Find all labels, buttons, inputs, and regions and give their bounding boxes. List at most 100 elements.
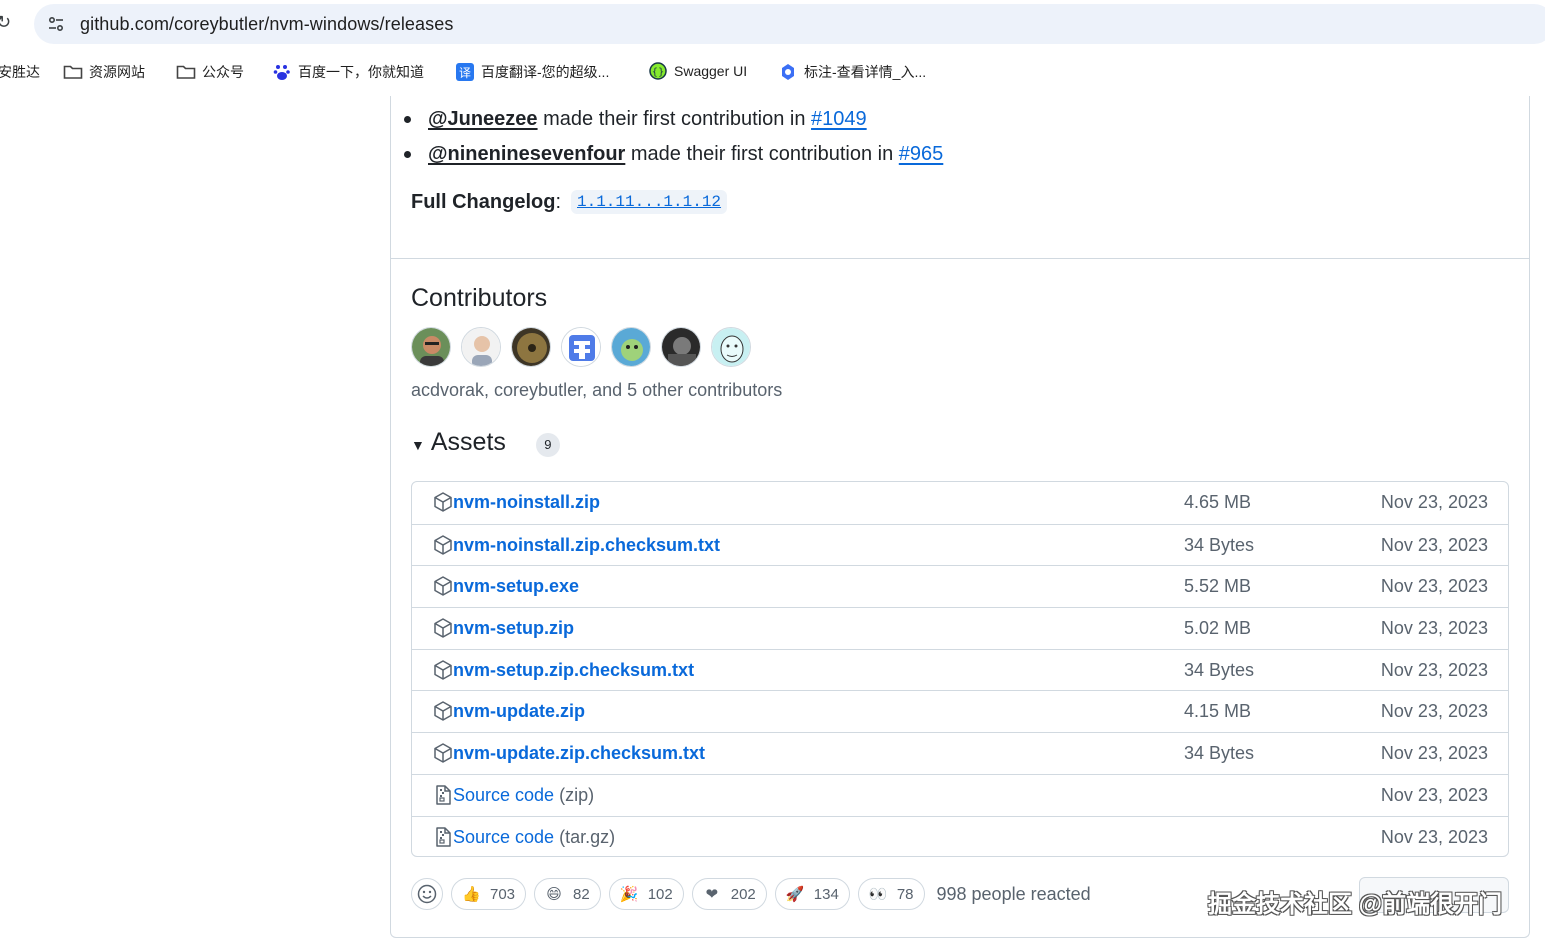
asset-date: Nov 23, 2023 [1380, 618, 1488, 639]
avatar[interactable] [611, 327, 651, 367]
reaction-heart-button[interactable]: ❤ 202 [691, 878, 767, 910]
asset-row: Source code (zip) Nov 23, 2023 [412, 773, 1508, 816]
asset-name: nvm-setup.zip [453, 618, 575, 639]
reaction-laugh-button[interactable]: 😄 82 [534, 878, 601, 910]
svg-text:{}: {} [652, 67, 665, 78]
bookmarks-bar: 安胜达 资源网站 公众号 百度一下，你就知道 译 百度翻译-您的超级... {} [0, 52, 1545, 92]
eyes-icon: 👀 [868, 886, 888, 903]
reaction-hooray-button[interactable]: 🎉 102 [608, 878, 684, 910]
bookmark-label: 安胜达 [0, 64, 40, 80]
bookmark-label: 百度翻译-您的超级... [481, 64, 610, 80]
thumbs-up-icon: 👍 [462, 886, 481, 903]
user-link[interactable]: @nineninesevenfour [428, 143, 625, 165]
avatar[interactable] [411, 327, 451, 367]
swagger-icon: {} [648, 62, 668, 80]
asset-size: 5.02 MB [1184, 618, 1252, 639]
heart-icon: ❤ [705, 886, 719, 903]
reload-icon[interactable]: ↻ [0, 12, 11, 33]
contributors-heading: Contributors [411, 284, 548, 312]
full-changelog: Full Changelog: 1.1.11...1.1.12 [411, 190, 728, 214]
asset-name: nvm-setup.zip.checksum.txt [453, 659, 695, 680]
bookmark-label: 资源网站 [89, 64, 145, 80]
new-contributors-list: @Juneezee made their first contribution … [403, 104, 944, 174]
asset-download-link[interactable]: Source code (zip) [453, 785, 594, 806]
list-item: @nineninesevenfour made their first cont… [403, 139, 944, 174]
asset-download-link[interactable]: nvm-noinstall.zip [453, 492, 600, 513]
changelog-label: Full Changelog [411, 190, 556, 213]
bookmark-folder[interactable]: 公众号 [176, 62, 244, 82]
package-icon [432, 659, 454, 681]
caret-down-icon: ▼ [411, 436, 425, 453]
asset-name: nvm-setup.exe [453, 576, 580, 597]
asset-size: 5.52 MB [1184, 576, 1252, 597]
asset-date: Nov 23, 2023 [1380, 492, 1488, 512]
asset-suffix: (zip) [559, 784, 595, 805]
avatar[interactable] [561, 327, 601, 367]
asset-date: Nov 23, 2023 [1380, 701, 1488, 722]
asset-name: nvm-update.zip.checksum.txt [453, 743, 706, 764]
asset-download-link[interactable]: nvm-setup.zip [453, 618, 574, 639]
reaction-eyes-button[interactable]: 👀 78 [857, 878, 925, 910]
asset-date: Nov 23, 2023 [1380, 826, 1488, 847]
asset-download-link[interactable]: nvm-noinstall.zip.checksum.txt [453, 535, 720, 556]
omnibox[interactable]: github.com/coreybutler/nvm-windows/relea… [34, 4, 1545, 44]
asset-row: nvm-setup.zip 5.02 MB Nov 23, 2023 [412, 607, 1508, 649]
asset-name: Source code [453, 826, 555, 847]
asset-size: 4.65 MB [1184, 492, 1252, 512]
asset-download-link[interactable]: nvm-setup.zip.checksum.txt [453, 660, 694, 681]
assets-header[interactable]: ▼ Assets 9 [411, 428, 560, 457]
package-icon [432, 742, 454, 764]
pr-link[interactable]: #965 [899, 143, 944, 165]
asset-size: 34 Bytes [1184, 659, 1255, 680]
bookmark-item[interactable]: 译 百度翻译-您的超级... [455, 62, 609, 82]
asset-row: nvm-setup.exe 5.52 MB Nov 23, 2023 [412, 565, 1508, 607]
avatar[interactable] [511, 327, 551, 367]
section-divider [390, 258, 1530, 259]
changelog-compare-link[interactable]: 1.1.11...1.1.12 [571, 190, 728, 214]
reaction-thumbs-up-button[interactable]: 👍 703 [451, 878, 527, 910]
avatar[interactable] [661, 327, 701, 367]
browser-toolbar: ↻ github.com/coreybutler/nvm-windows/rel… [0, 0, 1545, 48]
reaction-count: 134 [813, 885, 839, 903]
asset-download-link[interactable]: Source code (tar.gz) [453, 827, 615, 848]
asset-download-link[interactable]: nvm-setup.exe [453, 576, 579, 597]
asset-row: nvm-update.zip 4.15 MB Nov 23, 2023 [412, 690, 1508, 732]
list-item: @Juneezee made their first contribution … [403, 104, 943, 139]
bookmark-label: 百度一下，你就知道 [298, 64, 424, 80]
url-text[interactable]: github.com/coreybutler/nvm-windows/relea… [80, 14, 453, 35]
asset-size: 4.15 MB [1184, 701, 1252, 722]
asset-suffix: (tar.gz) [559, 826, 616, 847]
contribution-text: made their first contribution in [630, 143, 894, 165]
asset-name: nvm-noinstall.zip [453, 492, 601, 512]
assets-count-badge: 9 [535, 432, 560, 457]
package-icon [432, 575, 454, 597]
pr-link[interactable]: #1049 [811, 108, 867, 130]
bookmark-item[interactable]: 安胜达 [0, 62, 40, 82]
reaction-rocket-button[interactable]: 🚀 134 [774, 878, 850, 910]
asset-size: 34 Bytes [1184, 534, 1255, 555]
translate-icon: 译 [455, 63, 475, 81]
asset-date: Nov 23, 2023 [1380, 743, 1488, 764]
bookmark-folder[interactable]: 资源网站 [63, 62, 145, 82]
laugh-icon: 😄 [546, 886, 562, 903]
asset-download-link[interactable]: nvm-update.zip [453, 701, 585, 722]
asset-date: Nov 23, 2023 [1380, 576, 1488, 597]
bookmark-label: 标注-查看详情_入... [804, 64, 927, 80]
site-info-icon[interactable] [46, 14, 66, 34]
user-link[interactable]: @Juneezee [428, 108, 538, 130]
hooray-icon: 🎉 [619, 886, 639, 903]
assets-heading: Assets [430, 428, 506, 456]
asset-name: Source code [453, 784, 555, 805]
asset-row: nvm-update.zip.checksum.txt 34 Bytes Nov 2… [412, 732, 1508, 774]
bookmark-item[interactable]: 标注-查看详情_入... [778, 62, 926, 82]
svg-text:译: 译 [459, 66, 471, 80]
asset-download-link[interactable]: nvm-update.zip.checksum.txt [453, 743, 705, 764]
avatar[interactable] [461, 327, 501, 367]
add-reaction-button[interactable] [411, 878, 443, 910]
avatar[interactable] [711, 327, 751, 367]
bookmark-item[interactable]: 百度一下，你就知道 [272, 62, 424, 82]
reaction-count: 703 [490, 885, 516, 903]
watermark: 掘金技术社区 @前端很开门 [1208, 891, 1503, 918]
bookmark-label: Swagger UI [674, 63, 748, 79]
bookmark-item[interactable]: {} Swagger UI [648, 62, 747, 80]
